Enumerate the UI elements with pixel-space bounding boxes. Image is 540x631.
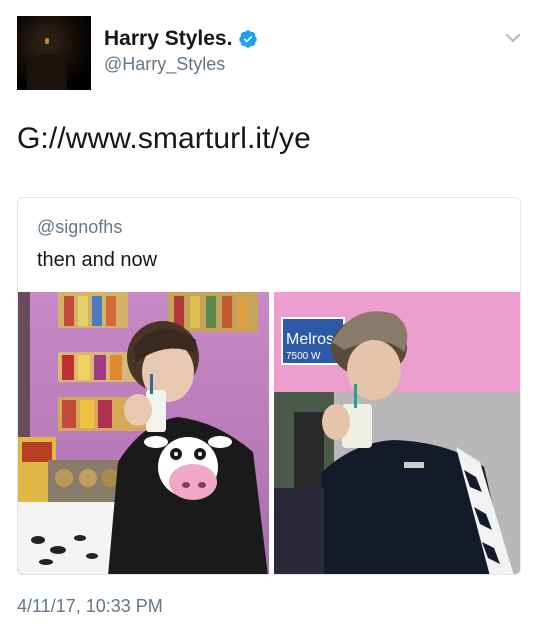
image-now-art: Melrose 7500 W (274, 292, 520, 574)
avatar-figure-body (27, 54, 67, 90)
chevron-down-icon[interactable] (505, 32, 521, 44)
street-sign-sub: 7500 W (286, 351, 321, 362)
profile-avatar[interactable] (17, 16, 91, 90)
display-name[interactable]: Harry Styles. (104, 27, 232, 51)
quoted-handle[interactable]: @signofhs (37, 217, 122, 238)
avatar-light (45, 38, 49, 44)
tweet-date[interactable]: 4/11/17, 10:33 PM (17, 596, 163, 617)
tweet-text: G://www.smarturl.it/ye (17, 122, 311, 155)
quoted-text: then and now (37, 249, 158, 271)
quoted-tweet-card[interactable]: @signofhs then and now Melrose 7500 W (17, 197, 521, 575)
image-then-art (18, 292, 268, 574)
user-handle[interactable]: @Harry_Styles (104, 54, 225, 75)
verified-badge-icon (239, 30, 258, 48)
name-row: Harry Styles. (104, 27, 258, 51)
quoted-image-then[interactable] (18, 292, 269, 574)
quoted-image-now[interactable]: Melrose 7500 W (274, 292, 520, 574)
